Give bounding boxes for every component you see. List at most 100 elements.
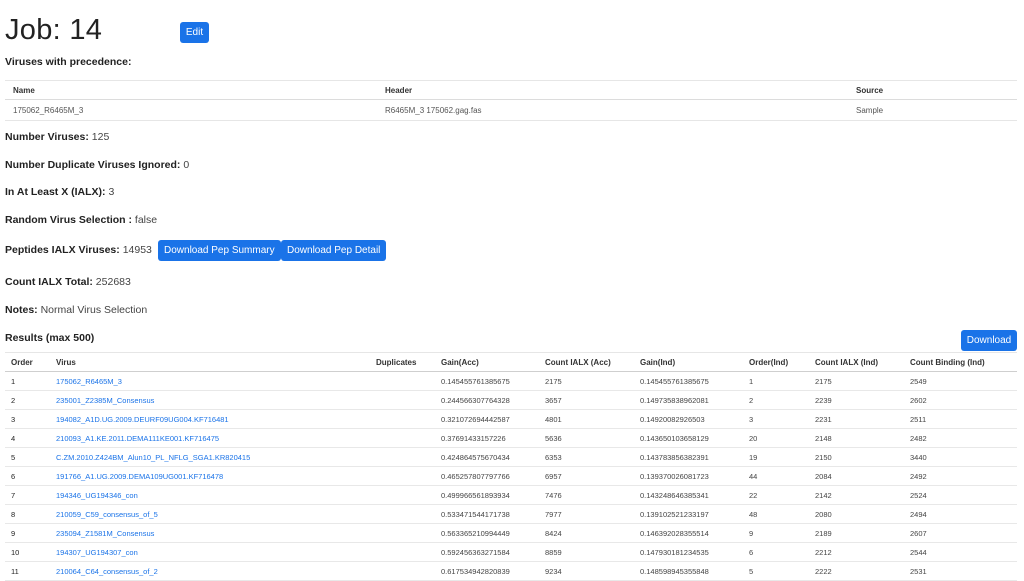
notes: Notes: Normal Virus Selection: [5, 304, 147, 316]
cell-order: 5: [5, 447, 50, 467]
virus-link[interactable]: 235094_Z1581M_Consensus: [56, 529, 154, 538]
virus-link[interactable]: 191766_A1.UG.2009.DEMA109UG001.KF716478: [56, 472, 223, 481]
cell-gain-acc: 0.592456363271584: [435, 542, 539, 562]
table-row: 4 210093_A1.KE.2011.DEMA111KE001.KF716475…: [5, 428, 1017, 448]
cell-virus: 194307_UG194307_con: [50, 542, 370, 562]
results-table: Order Virus Duplicates Gain(Acc) Count I…: [5, 352, 1017, 581]
cell-duplicates: [370, 504, 435, 524]
cell-order: 11: [5, 561, 50, 581]
cell-duplicates: [370, 409, 435, 429]
peptides-ialx: Peptides IALX Viruses: 14953: [5, 244, 152, 256]
download-button[interactable]: Download: [961, 330, 1017, 351]
count-ialx-total: Count IALX Total: 252683: [5, 276, 131, 288]
virus-link[interactable]: 210093_A1.KE.2011.DEMA111KE001.KF716475: [56, 434, 219, 443]
cell-gain-acc: 0.244566307764328: [435, 390, 539, 410]
edit-button[interactable]: Edit: [180, 22, 209, 43]
table-row: 11 210064_C64_consensus_of_2 0.61753494282…: [5, 561, 1017, 581]
cell-gain-acc: 0.499966561893934: [435, 485, 539, 505]
cell-count-ialx-ind: 2222: [809, 561, 904, 581]
number-viruses-value: 125: [91, 131, 110, 143]
cell-order: 4: [5, 428, 50, 448]
virus-link[interactable]: 210059_C59_consensus_of_5: [56, 510, 158, 519]
cell-duplicates: [370, 466, 435, 486]
table-row: 9 235094_Z1581M_Consensus 0.56336521099444…: [5, 523, 1017, 543]
col-name: Name: [5, 80, 377, 100]
cell-count-ialx-acc: 5636: [539, 428, 634, 448]
virus-link[interactable]: 210064_C64_consensus_of_2: [56, 567, 158, 576]
cell-count-binding-ind: 2524: [904, 485, 1017, 505]
virus-link[interactable]: 194346_UG194346_con: [56, 491, 138, 500]
table-row: 3 194082_A1D.UG.2009.DEURF09UG004.KF71648…: [5, 409, 1017, 429]
duplicates-ignored-key: Number Duplicate Viruses Ignored:: [5, 159, 181, 171]
number-viruses: Number Viruses: 125: [5, 131, 109, 143]
cell-gain-ind: 0.148598945355848: [634, 561, 743, 581]
col-source: Source: [848, 80, 1017, 100]
cell-order: 10: [5, 542, 50, 562]
notes-value: Normal Virus Selection: [40, 304, 148, 316]
cell-count-ialx-ind: 2189: [809, 523, 904, 543]
cell-order: 1: [5, 371, 50, 391]
table-row: 6 191766_A1.UG.2009.DEMA109UG001.KF716478…: [5, 466, 1017, 486]
cell-gain-acc: 0.533471544171738: [435, 504, 539, 524]
cell-count-binding-ind: 2511: [904, 409, 1017, 429]
cell-count-ialx-acc: 7476: [539, 485, 634, 505]
col-header: Header: [377, 80, 848, 100]
cell-count-binding-ind: 2494: [904, 504, 1017, 524]
download-pep-summary-button[interactable]: Download Pep Summary: [158, 240, 281, 261]
cell-order: 7: [5, 485, 50, 505]
cell-count-ialx-acc: 8859: [539, 542, 634, 562]
ialx: In At Least X (IALX): 3: [5, 186, 114, 198]
notes-key: Notes:: [5, 304, 38, 316]
cell-count-ialx-ind: 2212: [809, 542, 904, 562]
cell-order-ind: 1: [743, 371, 809, 391]
cell-virus: 235094_Z1581M_Consensus: [50, 523, 370, 543]
cell-count-ialx-ind: 2084: [809, 466, 904, 486]
cell-virus: 194346_UG194346_con: [50, 485, 370, 505]
virus-link[interactable]: C.ZM.2010.Z424BM_Alun10_PL_NFLG_SGA1.KR8…: [56, 453, 250, 462]
cell-count-binding-ind: 3440: [904, 447, 1017, 467]
virus-link[interactable]: 235001_Z2385M_Consensus: [56, 396, 154, 405]
random-selection-value: false: [134, 214, 158, 226]
cell-count-ialx-ind: 2231: [809, 409, 904, 429]
col-count-ialx-ind: Count IALX (Ind): [809, 352, 904, 372]
cell-count-binding-ind: 2607: [904, 523, 1017, 543]
duplicates-ignored: Number Duplicate Viruses Ignored: 0: [5, 159, 189, 171]
precedence-label: Viruses with precedence:: [5, 56, 132, 68]
cell-count-ialx-ind: 2080: [809, 504, 904, 524]
virus-link[interactable]: 194307_UG194307_con: [56, 548, 138, 557]
cell-duplicates: [370, 447, 435, 467]
cell-order: 3: [5, 409, 50, 429]
cell-order: 8: [5, 504, 50, 524]
cell-count-binding-ind: 2492: [904, 466, 1017, 486]
cell-gain-ind: 0.143650103658129: [634, 428, 743, 448]
cell-count-ialx-acc: 7977: [539, 504, 634, 524]
cell-order-ind: 6: [743, 542, 809, 562]
cell-duplicates: [370, 523, 435, 543]
job-title: Job: 14: [5, 14, 103, 46]
cell-count-binding-ind: 2602: [904, 390, 1017, 410]
col-count-binding-ind: Count Binding (Ind): [904, 352, 1017, 372]
table-row: 5 C.ZM.2010.Z424BM_Alun10_PL_NFLG_SGA1.KR…: [5, 447, 1017, 467]
duplicates-ignored-value: 0: [183, 159, 190, 171]
peptides-key: Peptides IALX Viruses:: [5, 244, 120, 256]
table-row: 1 175062_R6465M_3 0.145455761385675 2175 0.1…: [5, 371, 1017, 391]
table-row: 2 235001_Z2385M_Consensus 0.24456630776432…: [5, 390, 1017, 410]
cell-order-ind: 48: [743, 504, 809, 524]
cell-order: 2: [5, 390, 50, 410]
cell-gain-ind: 0.145455761385675: [634, 371, 743, 391]
virus-link[interactable]: 175062_R6465M_3: [56, 377, 122, 386]
precedence-table: Name Header Source 175062_R6465M_3 R6465…: [5, 80, 1017, 121]
cell-source: Sample: [848, 99, 1017, 121]
download-pep-detail-button[interactable]: Download Pep Detail: [281, 240, 387, 261]
cell-order-ind: 5: [743, 561, 809, 581]
cell-gain-acc: 0.563365210994449: [435, 523, 539, 543]
results-header-row: Order Virus Duplicates Gain(Acc) Count I…: [5, 352, 1017, 372]
cell-duplicates: [370, 390, 435, 410]
cell-duplicates: [370, 371, 435, 391]
col-order-ind: Order(Ind): [743, 352, 809, 372]
cell-gain-ind: 0.139370026081723: [634, 466, 743, 486]
cell-gain-ind: 0.14920082926503: [634, 409, 743, 429]
virus-link[interactable]: 194082_A1D.UG.2009.DEURF09UG004.KF716481: [56, 415, 229, 424]
random-selection: Random Virus Selection : false: [5, 214, 157, 226]
cell-virus: 194082_A1D.UG.2009.DEURF09UG004.KF716481: [50, 409, 370, 429]
